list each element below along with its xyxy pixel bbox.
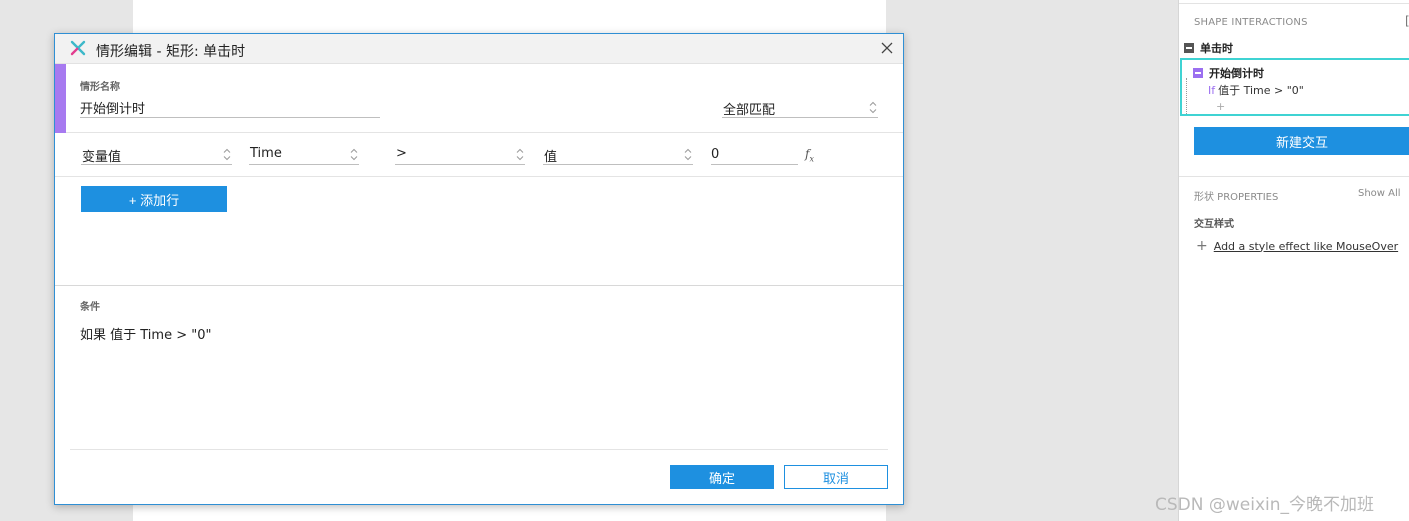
watermark: CSDN @weixin_今晚不加班 — [1155, 495, 1375, 515]
if-keyword: If — [1208, 84, 1216, 97]
dialog-titlebar: 情形编辑 - 矩形: 单击时 — [55, 34, 903, 64]
shape-interactions-header: SHAPE INTERACTIONS — [1194, 17, 1308, 28]
condition-row: 变量值 Time > 值 fx — [55, 133, 903, 177]
cancel-button[interactable]: 取消 — [784, 465, 888, 489]
axure-logo-icon — [70, 40, 86, 56]
panel-expand-icon[interactable]: [ — [1405, 14, 1409, 28]
add-row-button[interactable]: + 添加行 — [81, 186, 227, 212]
operator-value: > — [396, 146, 407, 161]
close-icon[interactable] — [879, 40, 895, 56]
shape-properties-header: 形状 PROPERTIES — [1194, 192, 1279, 203]
case-condition: If 值于 Time > "0" — [1208, 82, 1304, 98]
plus-icon: + — [1196, 238, 1208, 254]
collapse-icon[interactable] — [1184, 43, 1194, 53]
panel-divider — [1179, 3, 1409, 4]
case-label: 开始倒计时 — [1209, 67, 1264, 80]
case-name-input[interactable] — [80, 97, 380, 118]
section-divider — [55, 285, 903, 286]
case-condition-text: 值于 Time > "0" — [1218, 84, 1304, 97]
interactions-panel: SHAPE INTERACTIONS [ 单击时 开始倒计时 If值于 Time… — [1178, 0, 1409, 521]
variable-select[interactable]: Time — [249, 144, 359, 165]
match-select-value: 全部匹配 — [723, 103, 776, 118]
condition-description-text: 如果 值于 Time > "0" — [80, 328, 212, 343]
condition-type-value: 变量值 — [82, 150, 122, 165]
show-all-link[interactable]: Show All — [1358, 188, 1401, 199]
interaction-styles-header: 交互样式 — [1194, 219, 1234, 230]
accent-bar — [55, 64, 66, 133]
select-arrows-icon — [869, 101, 877, 114]
fx-icon[interactable]: fx — [805, 147, 814, 163]
select-arrows-icon — [516, 148, 524, 161]
add-style-effect-text: Add a style effect like MouseOver — [1213, 239, 1399, 253]
event-onclick[interactable]: 单击时 — [1184, 40, 1233, 56]
select-arrows-icon — [350, 148, 358, 161]
new-interaction-button[interactable]: 新建交互 — [1194, 127, 1409, 155]
tree-guide — [1186, 78, 1187, 114]
case-name-section: 情形名称 全部匹配 — [55, 64, 903, 133]
operator-select[interactable]: > — [395, 144, 525, 165]
value-type-value: 值 — [544, 150, 558, 165]
case-item[interactable]: 开始倒计时 If 值于 Time > "0" + — [1180, 58, 1409, 116]
select-arrows-icon — [223, 148, 231, 161]
case-collapse-icon[interactable] — [1193, 68, 1203, 78]
footer-divider — [70, 449, 888, 450]
match-select[interactable]: 全部匹配 — [722, 97, 878, 118]
condition-value-input[interactable] — [711, 144, 798, 165]
condition-description-label: 条件 — [80, 302, 100, 313]
select-arrows-icon — [684, 148, 692, 161]
case-editor-dialog: 情形编辑 - 矩形: 单击时 情形名称 全部匹配 变量值 Time > 值 — [54, 33, 904, 505]
add-style-effect-link[interactable]: + Add a style effect like MouseOver — [1196, 238, 1398, 254]
panel-divider — [1179, 176, 1409, 177]
condition-type-select[interactable]: 变量值 — [81, 144, 232, 165]
value-type-select[interactable]: 值 — [543, 144, 693, 165]
event-label: 单击时 — [1200, 42, 1233, 55]
dialog-title: 情形编辑 - 矩形: 单击时 — [96, 44, 246, 60]
variable-value: Time — [250, 146, 282, 161]
ok-button[interactable]: 确定 — [670, 465, 774, 489]
case-name-label: 情形名称 — [80, 82, 120, 93]
add-action-icon[interactable]: + — [1216, 100, 1225, 113]
